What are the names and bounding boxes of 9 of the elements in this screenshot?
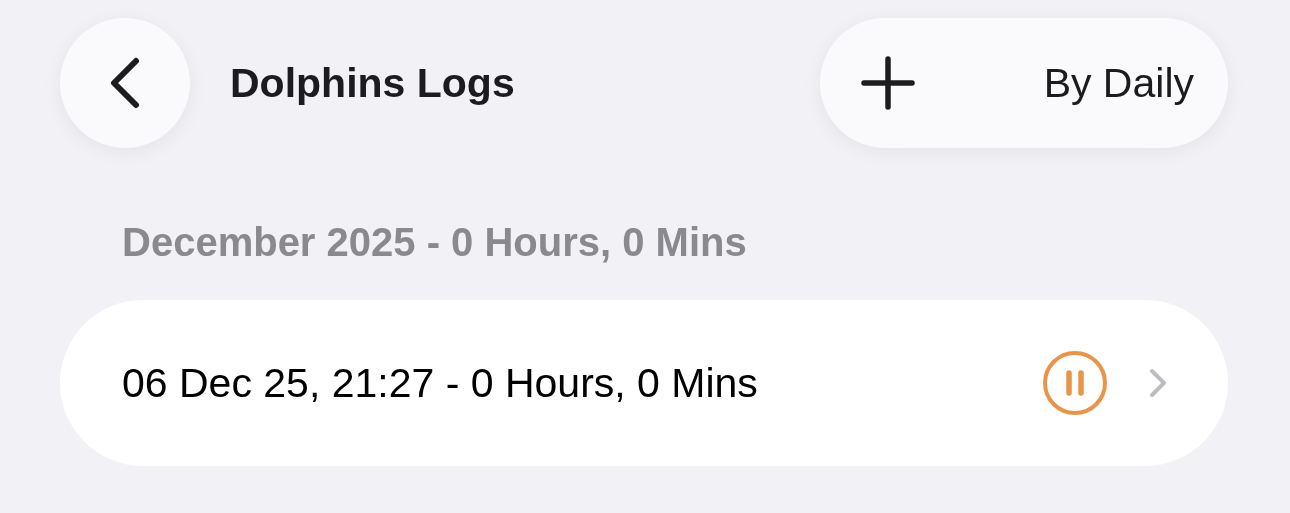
log-entry[interactable]: 06 Dec 25, 21:27 - 0 Hours, 0 Mins: [60, 300, 1228, 466]
filter-button[interactable]: By Daily: [1043, 59, 1194, 107]
add-icon: [860, 55, 916, 111]
section-header: December 2025 - 0 Hours, 0 Mins: [122, 219, 748, 266]
add-button[interactable]: [860, 55, 916, 111]
back-icon: [108, 57, 142, 109]
entry-label: 06 Dec 25, 21:27 - 0 Hours, 0 Mins: [122, 359, 759, 407]
page-title: Dolphins Logs: [230, 59, 516, 107]
chevron-icon: [1148, 367, 1168, 399]
